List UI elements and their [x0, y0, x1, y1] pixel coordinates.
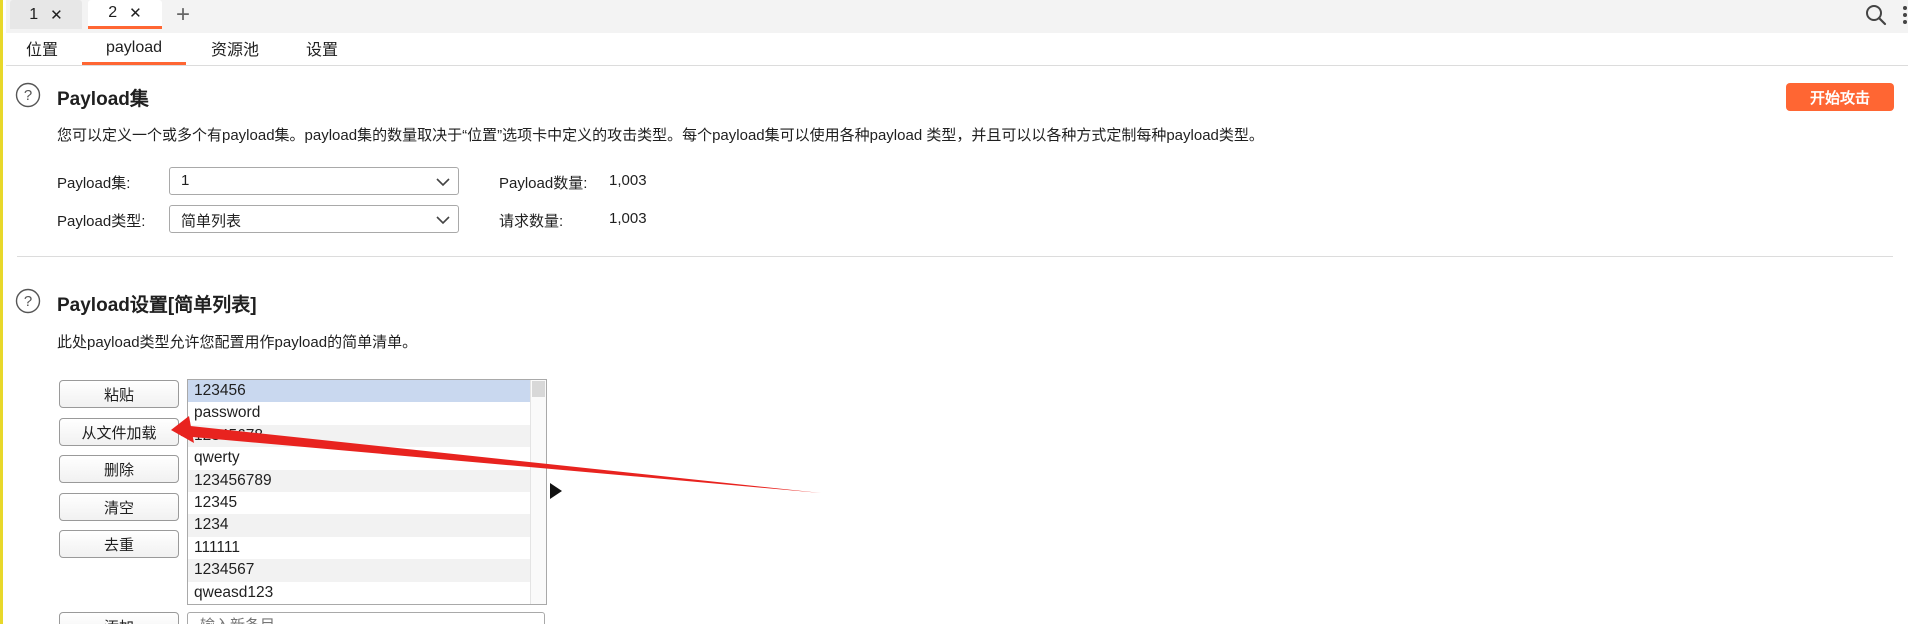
load-from-file-button[interactable]: 从文件加载 — [59, 418, 179, 446]
deduplicate-button[interactable]: 去重 — [59, 530, 179, 558]
tab-payload[interactable]: payload — [82, 33, 186, 65]
window-tab-label: 2 — [108, 4, 118, 21]
search-icon[interactable] — [1864, 3, 1888, 27]
payload-sets-title: Payload集 — [57, 89, 149, 110]
help-icon[interactable]: ? — [15, 288, 41, 314]
list-item[interactable]: 12345 — [188, 492, 531, 514]
payload-type-value: 简单列表 — [181, 213, 242, 230]
request-count-value: 1,003 — [609, 210, 647, 227]
payload-type-select[interactable]: 简单列表 — [169, 205, 459, 233]
intruder-sub-tabs: 位置 payload 资源池 设置 — [6, 33, 1908, 66]
chevron-down-icon — [436, 178, 450, 187]
list-scrollbar[interactable] — [530, 380, 546, 604]
payload-settings-description: 此处payload类型允许您配置用作payload的简单清单。 — [57, 334, 418, 351]
payload-set-value: 1 — [181, 172, 190, 189]
play-icon[interactable] — [549, 482, 563, 500]
payload-settings-title: Payload设置[简单列表] — [57, 295, 257, 316]
list-item[interactable]: qweasd123 — [188, 582, 531, 604]
add-item-field[interactable] — [187, 612, 545, 624]
new-tab-button[interactable]: + — [176, 0, 190, 29]
scrollbar-thumb[interactable] — [532, 381, 545, 397]
list-item[interactable]: 123456 — [188, 380, 531, 403]
list-item[interactable]: 12345678 — [188, 424, 531, 448]
close-icon[interactable]: ✕ — [50, 6, 63, 24]
window-tab-2[interactable]: 2 ✕ — [88, 0, 162, 29]
tab-positions[interactable]: 位置 — [20, 33, 64, 62]
window-tab-bar: 1 ✕ 2 ✕ + — [6, 0, 1908, 34]
payload-sets-description: 您可以定义一个或多个有payload集。payload集的数量取决于“位置”选项… — [57, 127, 1264, 144]
tab-resource-pool[interactable]: 资源池 — [206, 33, 264, 62]
payload-set-label: Payload集: — [57, 175, 131, 192]
list-item[interactable]: qwerty — [188, 447, 531, 469]
list-item[interactable]: 1234 — [188, 514, 531, 537]
help-icon[interactable]: ? — [15, 82, 41, 108]
section-divider — [17, 256, 1893, 257]
tab-settings[interactable]: 设置 — [300, 33, 344, 62]
list-item[interactable]: password — [188, 402, 531, 424]
payload-type-label: Payload类型: — [57, 213, 146, 230]
clear-button[interactable]: 清空 — [59, 493, 179, 521]
paste-button[interactable]: 粘贴 — [59, 380, 179, 408]
add-item-input[interactable] — [198, 616, 522, 624]
svg-text:?: ? — [24, 87, 32, 104]
list-item[interactable]: 1234567 — [188, 559, 531, 582]
start-attack-button[interactable]: 开始攻击 — [1786, 83, 1894, 111]
burp-intruder-window: 1 ✕ 2 ✕ + 位置 payload 资源池 设置 ? Payload集 开… — [0, 0, 1908, 624]
remove-button[interactable]: 删除 — [59, 455, 179, 483]
more-options-icon[interactable] — [1900, 3, 1908, 27]
payload-count-label: Payload数量: — [499, 175, 588, 192]
chevron-down-icon — [436, 216, 450, 225]
payload-set-select[interactable]: 1 — [169, 167, 459, 195]
payload-list[interactable]: 123456 password 12345678 qwerty 12345678… — [187, 379, 547, 605]
svg-text:?: ? — [24, 293, 32, 310]
window-tab-1[interactable]: 1 ✕ — [10, 0, 82, 29]
window-tab-label: 1 — [29, 5, 39, 23]
add-button[interactable]: 添加 — [59, 612, 179, 624]
close-icon[interactable]: ✕ — [129, 4, 142, 22]
payload-count-value: 1,003 — [609, 172, 647, 189]
list-item[interactable]: 111111 — [188, 537, 531, 559]
list-item[interactable]: 123456789 — [188, 469, 531, 492]
request-count-label: 请求数量: — [499, 213, 564, 230]
